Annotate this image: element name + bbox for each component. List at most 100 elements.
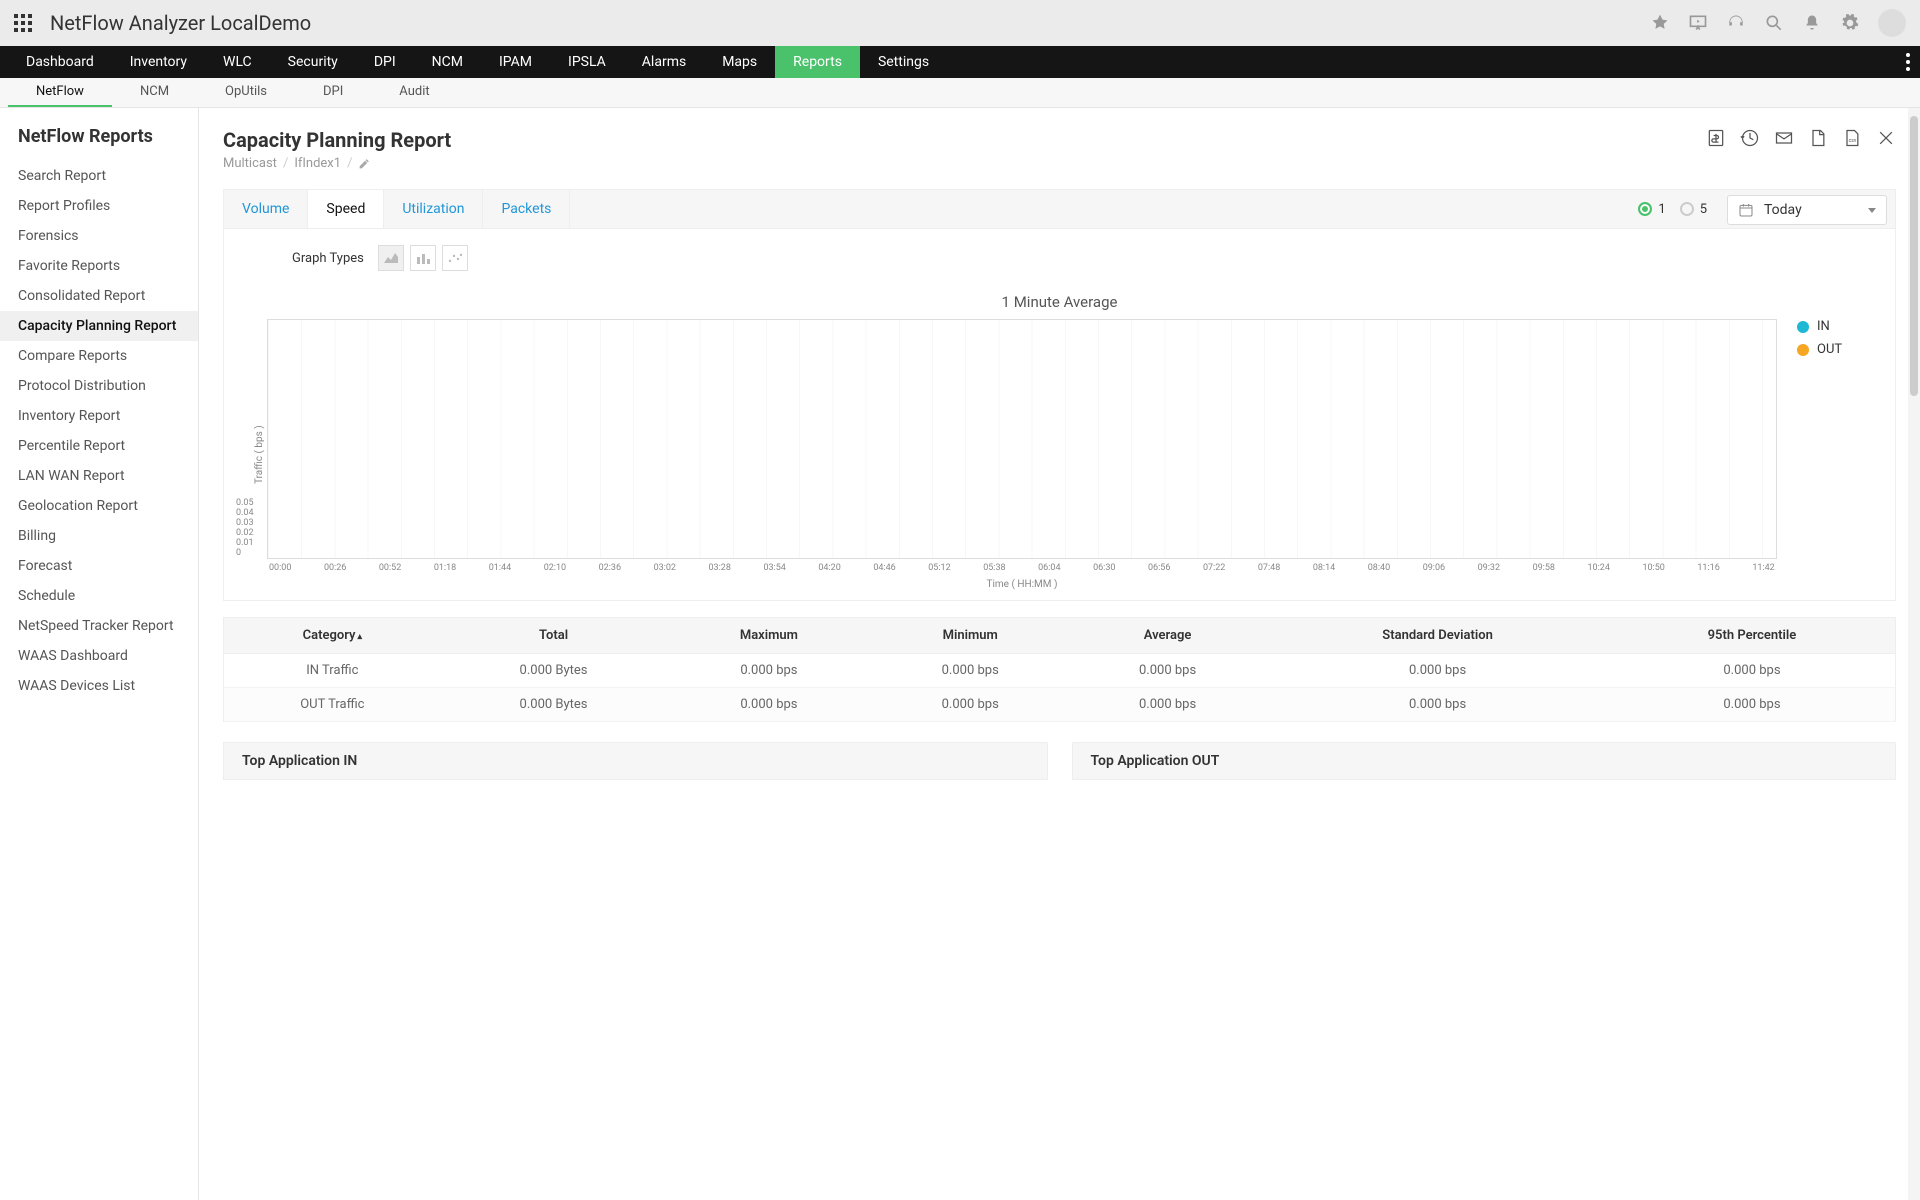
nav-wlc[interactable]: WLC [205, 46, 270, 78]
nav-alarms[interactable]: Alarms [624, 46, 704, 78]
sidebar-item[interactable]: Capacity Planning Report [0, 311, 198, 341]
subnav-ncm[interactable]: NCM [112, 78, 197, 107]
sidebar-item[interactable]: Schedule [18, 581, 198, 611]
col-average[interactable]: Average [1069, 618, 1266, 654]
col-total[interactable]: Total [441, 618, 667, 654]
panel-top-app-out: Top Application OUT [1072, 742, 1897, 780]
sidebar-item[interactable]: NetSpeed Tracker Report [18, 611, 198, 641]
billing-icon[interactable] [1706, 128, 1726, 148]
nav-dpi[interactable]: DPI [356, 46, 414, 78]
nav-inventory[interactable]: Inventory [112, 46, 205, 78]
scrollbar-thumb[interactable] [1910, 116, 1918, 396]
subnav-dpi[interactable]: DPI [295, 78, 371, 107]
rocket-icon[interactable] [1650, 13, 1670, 33]
sidebar-item[interactable]: Favorite Reports [18, 251, 198, 281]
cell: 0.000 bps [1266, 654, 1609, 688]
headset-icon[interactable] [1726, 13, 1746, 33]
cell: 0.000 bps [666, 654, 871, 688]
bell-icon[interactable] [1802, 13, 1822, 33]
subnav-audit[interactable]: Audit [371, 78, 457, 107]
crumb-1[interactable]: IfIndex1 [294, 156, 341, 171]
cell: 0.000 bps [1609, 654, 1896, 688]
nav-ipam[interactable]: IPAM [481, 46, 550, 78]
x-ticks: 00:0000:2600:5201:1801:4402:1002:3603:02… [267, 563, 1777, 573]
legend-item[interactable]: OUT [1797, 342, 1867, 357]
sidebar-item[interactable]: Protocol Distribution [18, 371, 198, 401]
apps-icon[interactable] [14, 14, 32, 32]
period-select[interactable]: Today [1727, 195, 1887, 225]
crumb-0[interactable]: Multicast [223, 156, 277, 171]
cell: 0.000 bps [871, 654, 1068, 688]
nav-security[interactable]: Security [270, 46, 356, 78]
table-row: IN Traffic0.000 Bytes0.000 bps0.000 bps0… [224, 654, 1896, 688]
sidebar-item[interactable]: WAAS Dashboard [18, 641, 198, 671]
x-axis-label: Time ( HH:MM ) [267, 579, 1777, 590]
tab-packets[interactable]: Packets [483, 190, 570, 228]
sidebar-item[interactable]: Percentile Report [18, 431, 198, 461]
col-minimum[interactable]: Minimum [871, 618, 1068, 654]
sidebar-item[interactable]: Billing [18, 521, 198, 551]
chevron-down-icon [1868, 208, 1876, 213]
tab-speed[interactable]: Speed [308, 190, 384, 228]
graph-types-label: Graph Types [292, 251, 364, 266]
graph-type-scatter[interactable] [442, 245, 468, 271]
sub-nav: NetFlowNCMOpUtilsDPIAudit [0, 78, 1920, 108]
legend-label: IN [1817, 319, 1830, 334]
legend-item[interactable]: IN [1797, 319, 1867, 334]
nav-settings[interactable]: Settings [860, 46, 947, 78]
svg-text:csv: csv [1849, 138, 1857, 144]
col-95th-percentile[interactable]: 95th Percentile [1609, 618, 1896, 654]
vertical-scrollbar[interactable] [1908, 108, 1920, 1200]
col-maximum[interactable]: Maximum [666, 618, 871, 654]
col-standard-deviation[interactable]: Standard Deviation [1266, 618, 1609, 654]
chart-area: Graph Types 1 Minute Average Traffic ( b… [223, 229, 1896, 601]
cell: 0.000 bps [1069, 654, 1266, 688]
csv-icon[interactable]: csv [1842, 128, 1862, 148]
nav-maps[interactable]: Maps [704, 46, 775, 78]
user-avatar[interactable] [1878, 9, 1906, 37]
close-icon[interactable] [1876, 128, 1896, 148]
sidebar-item[interactable]: Compare Reports [18, 341, 198, 371]
tab-utilization[interactable]: Utilization [384, 190, 483, 228]
sidebar-item[interactable]: Inventory Report [18, 401, 198, 431]
subnav-oputils[interactable]: OpUtils [197, 78, 295, 107]
chart-plot: 00.010.020.030.040.05 00:0000:2600:5201:… [267, 319, 1777, 590]
col-category[interactable]: Category▴ [224, 618, 441, 654]
sidebar-item[interactable]: WAAS Devices List [18, 671, 198, 701]
graph-type-bar[interactable] [410, 245, 436, 271]
interval-label-1: 1 [1658, 202, 1665, 217]
nav-ipsla[interactable]: IPSLA [550, 46, 624, 78]
y-axis-label: Traffic ( bps ) [252, 319, 267, 590]
sidebar-item[interactable]: Consolidated Report [18, 281, 198, 311]
sidebar-item[interactable]: Search Report [18, 161, 198, 191]
nav-dashboard[interactable]: Dashboard [8, 46, 112, 78]
panel-out-title: Top Application OUT [1073, 743, 1896, 779]
stats-table: Category▴TotalMaximumMinimumAverageStand… [223, 617, 1896, 722]
nav-overflow-icon[interactable] [1906, 46, 1910, 78]
history-icon[interactable] [1740, 128, 1760, 148]
sidebar-item[interactable]: Report Profiles [18, 191, 198, 221]
legend-dot [1797, 321, 1809, 333]
nav-ncm[interactable]: NCM [414, 46, 481, 78]
search-icon[interactable] [1764, 13, 1784, 33]
cell: 0.000 bps [666, 688, 871, 722]
subnav-netflow[interactable]: NetFlow [8, 78, 112, 107]
nav-reports[interactable]: Reports [775, 46, 860, 78]
graph-type-area[interactable] [378, 245, 404, 271]
pdf-icon[interactable] [1808, 128, 1828, 148]
mail-icon[interactable] [1774, 128, 1794, 148]
sidebar-item[interactable]: Forecast [18, 551, 198, 581]
interval-radio-1[interactable] [1638, 202, 1652, 216]
tab-volume[interactable]: Volume [224, 190, 308, 228]
gear-icon[interactable] [1840, 13, 1860, 33]
sidebar-item[interactable]: Geolocation Report [18, 491, 198, 521]
interval-radio-5[interactable] [1680, 202, 1694, 216]
sidebar-item[interactable]: Forensics [18, 221, 198, 251]
sidebar-list: Search ReportReport ProfilesForensicsFav… [18, 161, 198, 701]
sidebar-item[interactable]: LAN WAN Report [18, 461, 198, 491]
edit-icon[interactable] [358, 157, 371, 170]
breadcrumb: Multicast / IfIndex1 / [223, 156, 451, 171]
page-title: Capacity Planning Report [223, 128, 451, 152]
content: Capacity Planning Report Multicast / IfI… [199, 108, 1920, 1200]
presentation-icon[interactable] [1688, 13, 1708, 33]
